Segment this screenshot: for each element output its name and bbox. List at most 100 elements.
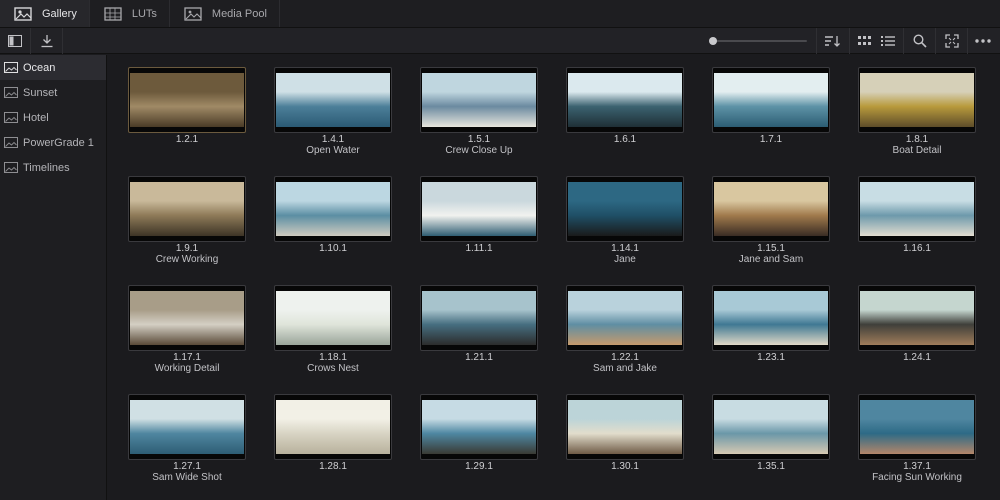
- still-thumbnail[interactable]: [274, 67, 392, 133]
- still-thumbnail[interactable]: [128, 394, 246, 460]
- still-id: 1.22.1: [611, 352, 639, 363]
- still-image: [714, 400, 828, 454]
- still-item[interactable]: 1.2.1: [128, 67, 246, 167]
- still-image: [714, 73, 828, 127]
- still-id: 1.21.1: [465, 352, 493, 363]
- still-thumbnail[interactable]: [712, 176, 830, 242]
- still-id: 1.17.1: [173, 352, 201, 363]
- still-thumbnail[interactable]: [128, 67, 246, 133]
- grid-view-button[interactable]: [854, 31, 876, 51]
- still-thumbnail[interactable]: [274, 285, 392, 351]
- sidebar-item-ocean[interactable]: Ocean: [0, 55, 106, 80]
- still-item[interactable]: 1.5.1 Crew Close Up: [420, 67, 538, 167]
- sidebar-item-powergrade-1[interactable]: PowerGrade 1: [0, 130, 106, 155]
- still-item[interactable]: 1.14.1 Jane: [566, 176, 684, 276]
- import-button[interactable]: [36, 31, 58, 51]
- still-image: [276, 73, 390, 127]
- still-item[interactable]: 1.24.1: [858, 285, 976, 385]
- still-item[interactable]: 1.9.1 Crew Working: [128, 176, 246, 276]
- album-icon: [4, 137, 18, 148]
- still-id: 1.24.1: [903, 352, 931, 363]
- tab-media-pool[interactable]: Media Pool: [170, 0, 280, 27]
- still-id: 1.9.1: [175, 243, 199, 254]
- still-thumbnail[interactable]: [566, 285, 684, 351]
- still-image: [276, 291, 390, 345]
- still-thumbnail[interactable]: [274, 394, 392, 460]
- still-item[interactable]: 1.21.1: [420, 285, 538, 385]
- tab-media-pool-label: Media Pool: [211, 7, 267, 20]
- thumbnail-size-slider-handle[interactable]: [709, 37, 717, 45]
- still-item[interactable]: 1.22.1 Sam and Jake: [566, 285, 684, 385]
- still-id: 1.10.1: [319, 243, 347, 254]
- tab-gallery-label: Gallery: [42, 7, 77, 20]
- still-item[interactable]: 1.7.1: [712, 67, 830, 167]
- grid-view-icon: [858, 36, 871, 45]
- still-id: 1.8.1: [905, 134, 929, 145]
- still-item[interactable]: 1.18.1 Crows Nest: [274, 285, 392, 385]
- thumbnail-size-slider-track[interactable]: [713, 40, 807, 42]
- still-id: 1.7.1: [759, 134, 783, 145]
- still-id: 1.6.1: [613, 134, 637, 145]
- still-thumbnail[interactable]: [858, 394, 976, 460]
- list-view-icon: [881, 36, 895, 46]
- still-item[interactable]: 1.8.1 Boat Detail: [858, 67, 976, 167]
- sidebar-item-sunset[interactable]: Sunset: [0, 80, 106, 105]
- search-button[interactable]: [909, 31, 931, 51]
- still-id: 1.5.1: [467, 134, 491, 145]
- still-thumbnail[interactable]: [420, 394, 538, 460]
- still-item[interactable]: 1.6.1: [566, 67, 684, 167]
- still-item[interactable]: 1.17.1 Working Detail: [128, 285, 246, 385]
- sidebar-item-label: Ocean: [23, 61, 56, 74]
- luts-icon: [104, 6, 122, 21]
- more-options-button[interactable]: [972, 31, 994, 51]
- still-item[interactable]: 1.10.1: [274, 176, 392, 276]
- still-thumbnail[interactable]: [712, 394, 830, 460]
- media-pool-icon: [184, 6, 202, 21]
- still-thumbnail[interactable]: [420, 285, 538, 351]
- still-label: Sam and Jake: [593, 363, 657, 374]
- sort-button[interactable]: [822, 31, 844, 51]
- still-item[interactable]: 1.28.1: [274, 394, 392, 494]
- tab-gallery[interactable]: Gallery: [0, 0, 90, 27]
- still-thumbnail[interactable]: [858, 67, 976, 133]
- sidebar-item-hotel[interactable]: Hotel: [0, 105, 106, 130]
- still-thumbnail[interactable]: [858, 285, 976, 351]
- still-id: 1.4.1: [321, 134, 345, 145]
- still-item[interactable]: 1.27.1 Sam Wide Shot: [128, 394, 246, 494]
- still-label: Jane and Sam: [738, 254, 804, 265]
- still-label: Sam Wide Shot: [152, 472, 222, 483]
- still-item[interactable]: 1.16.1: [858, 176, 976, 276]
- still-item[interactable]: 1.29.1: [420, 394, 538, 494]
- import-icon: [41, 35, 53, 48]
- still-id: 1.30.1: [611, 461, 639, 472]
- still-item[interactable]: 1.11.1: [420, 176, 538, 276]
- sidebar-toggle-icon: [8, 35, 22, 47]
- still-thumbnail[interactable]: [420, 67, 538, 133]
- still-thumbnail[interactable]: [712, 67, 830, 133]
- still-thumbnail[interactable]: [420, 176, 538, 242]
- still-thumbnail[interactable]: [566, 176, 684, 242]
- still-item[interactable]: 1.37.1 Facing Sun Working: [858, 394, 976, 494]
- still-image: [130, 291, 244, 345]
- sidebar-toggle-button[interactable]: [4, 31, 26, 51]
- still-thumbnail[interactable]: [128, 285, 246, 351]
- tab-luts[interactable]: LUTs: [90, 0, 170, 27]
- still-thumbnail[interactable]: [128, 176, 246, 242]
- still-item[interactable]: 1.35.1: [712, 394, 830, 494]
- still-thumbnail[interactable]: [566, 67, 684, 133]
- still-thumbnail[interactable]: [712, 285, 830, 351]
- list-view-button[interactable]: [877, 31, 899, 51]
- sidebar-item-timelines[interactable]: Timelines: [0, 155, 106, 180]
- still-item[interactable]: 1.23.1: [712, 285, 830, 385]
- still-label: Crows Nest: [307, 363, 359, 374]
- still-thumbnail[interactable]: [858, 176, 976, 242]
- still-item[interactable]: 1.15.1 Jane and Sam: [712, 176, 830, 276]
- still-thumbnail[interactable]: [566, 394, 684, 460]
- still-image: [568, 291, 682, 345]
- fullscreen-button[interactable]: [941, 31, 963, 51]
- still-label: Jane: [614, 254, 636, 265]
- still-item[interactable]: 1.4.1 Open Water: [274, 67, 392, 167]
- still-thumbnail[interactable]: [274, 176, 392, 242]
- still-image: [568, 400, 682, 454]
- still-item[interactable]: 1.30.1: [566, 394, 684, 494]
